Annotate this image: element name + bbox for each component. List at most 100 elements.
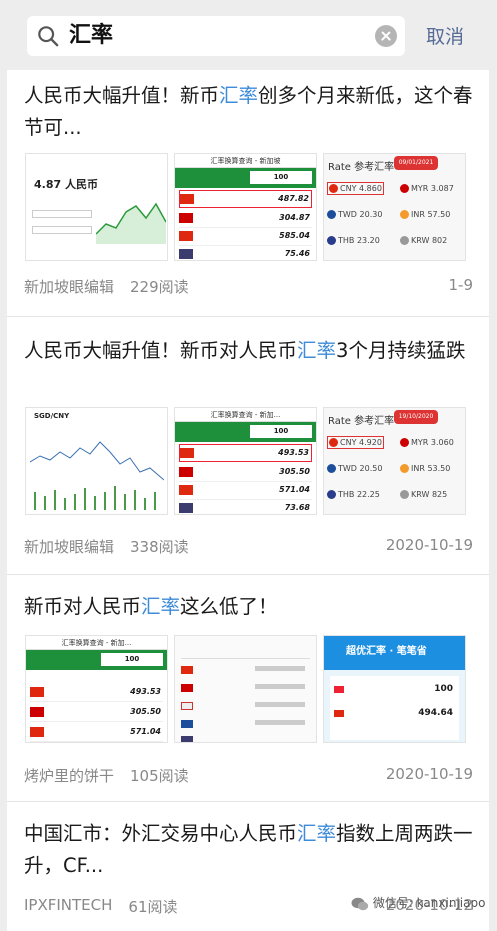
thumb-value: 100: [434, 684, 453, 694]
thumb-value: 571.04: [130, 727, 161, 736]
flag-cn-icon: [30, 687, 44, 697]
result-title[interactable]: 新币对人民币汇率这么低了！: [24, 591, 473, 623]
clear-icon[interactable]: [375, 25, 397, 47]
thumbnail-image[interactable]: SGD/CNY: [25, 407, 168, 515]
thumbnail-image[interactable]: 超优汇率 · 笔笔省 100 494.64: [323, 635, 466, 743]
flag-hk-icon: [30, 727, 44, 737]
title-text: 3个月持续猛跌: [336, 339, 466, 362]
read-count: 61阅读: [128, 898, 178, 916]
thumbnail-image[interactable]: Rate 参考汇率 09/01/2021 CNY 4.860 MYR 3.087…: [323, 153, 466, 261]
result-meta: 新加坡眼编辑 338阅读 2020-10-19: [24, 536, 473, 557]
thumb-value: 494.64: [418, 708, 453, 718]
wechat-icon: [351, 897, 369, 910]
thumb-text: SGD/CNY: [34, 412, 70, 420]
thumb-row: 73.68: [179, 500, 312, 514]
title-text: 这么低了！: [180, 595, 278, 618]
thumb-row: 571.04: [30, 724, 163, 742]
publish-date: 2020-10-19: [385, 536, 473, 554]
result-card[interactable]: 人民币大幅升值！新币汇率创多个月来新低，这个春节可... 4.87 人民币 汇率…: [7, 70, 489, 317]
title-highlight: 汇率: [141, 595, 181, 618]
search-input[interactable]: 汇率: [69, 16, 113, 56]
line-chart-icon: [30, 441, 164, 510]
thumbnail-image[interactable]: 4.87 人民币: [25, 153, 168, 261]
thumb-row: 493.53: [179, 444, 312, 462]
thumb-amount: 100: [250, 171, 312, 184]
thumb-row: 75.46: [179, 246, 312, 260]
thumb-cell: INR 53.50: [400, 464, 450, 473]
thumb-cell: MYR 3.087: [400, 184, 454, 193]
thumb-cell: KRW 802: [400, 236, 447, 245]
thumb-value: 305.50: [130, 707, 161, 716]
flag-my-icon: [179, 467, 193, 477]
search-box[interactable]: 汇率: [27, 16, 405, 56]
source-name[interactable]: 烤炉里的饼干: [24, 765, 114, 786]
thumbnail-row: 4.87 人民币 汇率换算查询 - 新加坡 100 487.82 304.87 …: [25, 153, 466, 261]
title-text: 中国汇市：外汇交易中心人民币: [24, 822, 298, 845]
flag-cn-icon: [180, 194, 194, 204]
title-text: 人民币大幅升值！新币对人民币: [24, 339, 298, 362]
title-highlight: 汇率: [297, 339, 337, 362]
thumb-header: 汇率换算查询 - 新加...: [26, 636, 167, 650]
source-name[interactable]: IPXFINTECH: [24, 896, 112, 917]
thumb-row: 304.87: [179, 210, 312, 228]
read-count: 229阅读: [130, 278, 189, 296]
thumb-row: 487.82: [179, 190, 312, 208]
thumb-row: 571.04: [179, 482, 312, 500]
thumb-cell: TWD 20.30: [327, 210, 382, 219]
thumbnail-image[interactable]: 汇率换算查询 - 新加坡 100 487.82 304.87 585.04 75…: [174, 153, 317, 261]
thumb-badge: 19/10/2020: [394, 410, 438, 424]
result-meta: 烤炉里的饼干 105阅读 2020-10-19: [24, 765, 473, 786]
thumbnail-image[interactable]: 汇率换算查询 - 新加... 100 493.53 305.50 571.04: [25, 635, 168, 743]
flag-hk-icon: [179, 485, 193, 495]
result-title[interactable]: 人民币大幅升值！新币对人民币汇率3个月持续猛跌: [24, 335, 473, 367]
thumb-banner: 100: [26, 650, 167, 670]
thumbnail-image[interactable]: 汇率换算查询 - 新加... 100 493.53 305.50 571.04 …: [174, 407, 317, 515]
thumb-banner: 超优汇率 · 笔笔省: [324, 636, 465, 670]
title-highlight: 汇率: [219, 84, 259, 107]
result-meta: 新加坡眼编辑 229阅读 1-9: [24, 276, 473, 297]
thumb-value: 75.46: [284, 249, 310, 258]
result-card[interactable]: 人民币大幅升值！新币对人民币汇率3个月持续猛跌 SGD/CNY 汇率换算查询 -…: [7, 317, 489, 575]
thumb-cell: MYR 3.060: [400, 438, 454, 447]
thumb-cell: THB 23.20: [327, 236, 380, 245]
source-name[interactable]: 新加坡眼编辑: [24, 276, 114, 297]
title-text: 人民币大幅升值！新币: [24, 84, 220, 107]
thumb-row: 305.50: [30, 704, 163, 722]
publish-date: 1-9: [448, 276, 474, 294]
thumb-row: 585.04: [179, 228, 312, 246]
thumbnail-image[interactable]: Rate 参考汇率 19/10/2020 CNY 4.920 MYR 3.060…: [323, 407, 466, 515]
thumb-panel: 100 494.64: [330, 676, 459, 740]
result-card[interactable]: 中国汇市：外汇交易中心人民币汇率指数上周两跌一升，CF... IPXFINTEC…: [7, 802, 489, 931]
thumb-amount: 100: [250, 425, 312, 438]
thumb-cell: KRW 825: [400, 490, 447, 499]
thumb-header: 汇率换算查询 - 新加坡: [175, 154, 316, 168]
publish-date: 2020-10-19: [385, 765, 473, 783]
thumbnail-image[interactable]: [174, 635, 317, 743]
thumbnail-row: 汇率换算查询 - 新加... 100 493.53 305.50 571.04 …: [25, 635, 466, 743]
result-title[interactable]: 人民币大幅升值！新币汇率创多个月来新低，这个春节可...: [24, 80, 473, 144]
result-card[interactable]: 新币对人民币汇率这么低了！ 汇率换算查询 - 新加... 100 493.53 …: [7, 575, 489, 802]
thumb-title: 超优汇率 · 笔笔省: [346, 646, 427, 657]
results-list: 人民币大幅升值！新币汇率创多个月来新低，这个春节可... 4.87 人民币 汇率…: [7, 70, 489, 931]
thumb-value: 487.82: [278, 194, 309, 203]
thumb-row: 493.53: [30, 684, 163, 702]
result-title[interactable]: 中国汇市：外汇交易中心人民币汇率指数上周两跌一升，CF...: [24, 818, 473, 882]
watermark: 微信号: kanxinjiapo: [351, 894, 485, 911]
flag-us-icon: [179, 503, 193, 513]
thumb-row: 305.50: [179, 464, 312, 482]
thumb-value: 571.04: [279, 485, 310, 494]
thumb-title: Rate 参考汇率: [328, 162, 395, 173]
thumb-cell: CNY 4.860: [327, 182, 384, 195]
thumb-value: 493.53: [130, 687, 161, 696]
cancel-button[interactable]: 取消: [426, 22, 464, 49]
source-name[interactable]: 新加坡眼编辑: [24, 536, 114, 557]
search-bar: 汇率 取消: [0, 0, 497, 70]
flag-hk-icon: [179, 231, 193, 241]
flag-cn-icon: [180, 448, 194, 458]
thumb-value: 585.04: [279, 231, 310, 240]
thumb-cell: CNY 4.920: [327, 436, 384, 449]
thumb-banner: 100: [175, 422, 316, 442]
flag-my-icon: [30, 707, 44, 717]
flag-us-icon: [179, 249, 193, 259]
flag-my-icon: [179, 213, 193, 223]
